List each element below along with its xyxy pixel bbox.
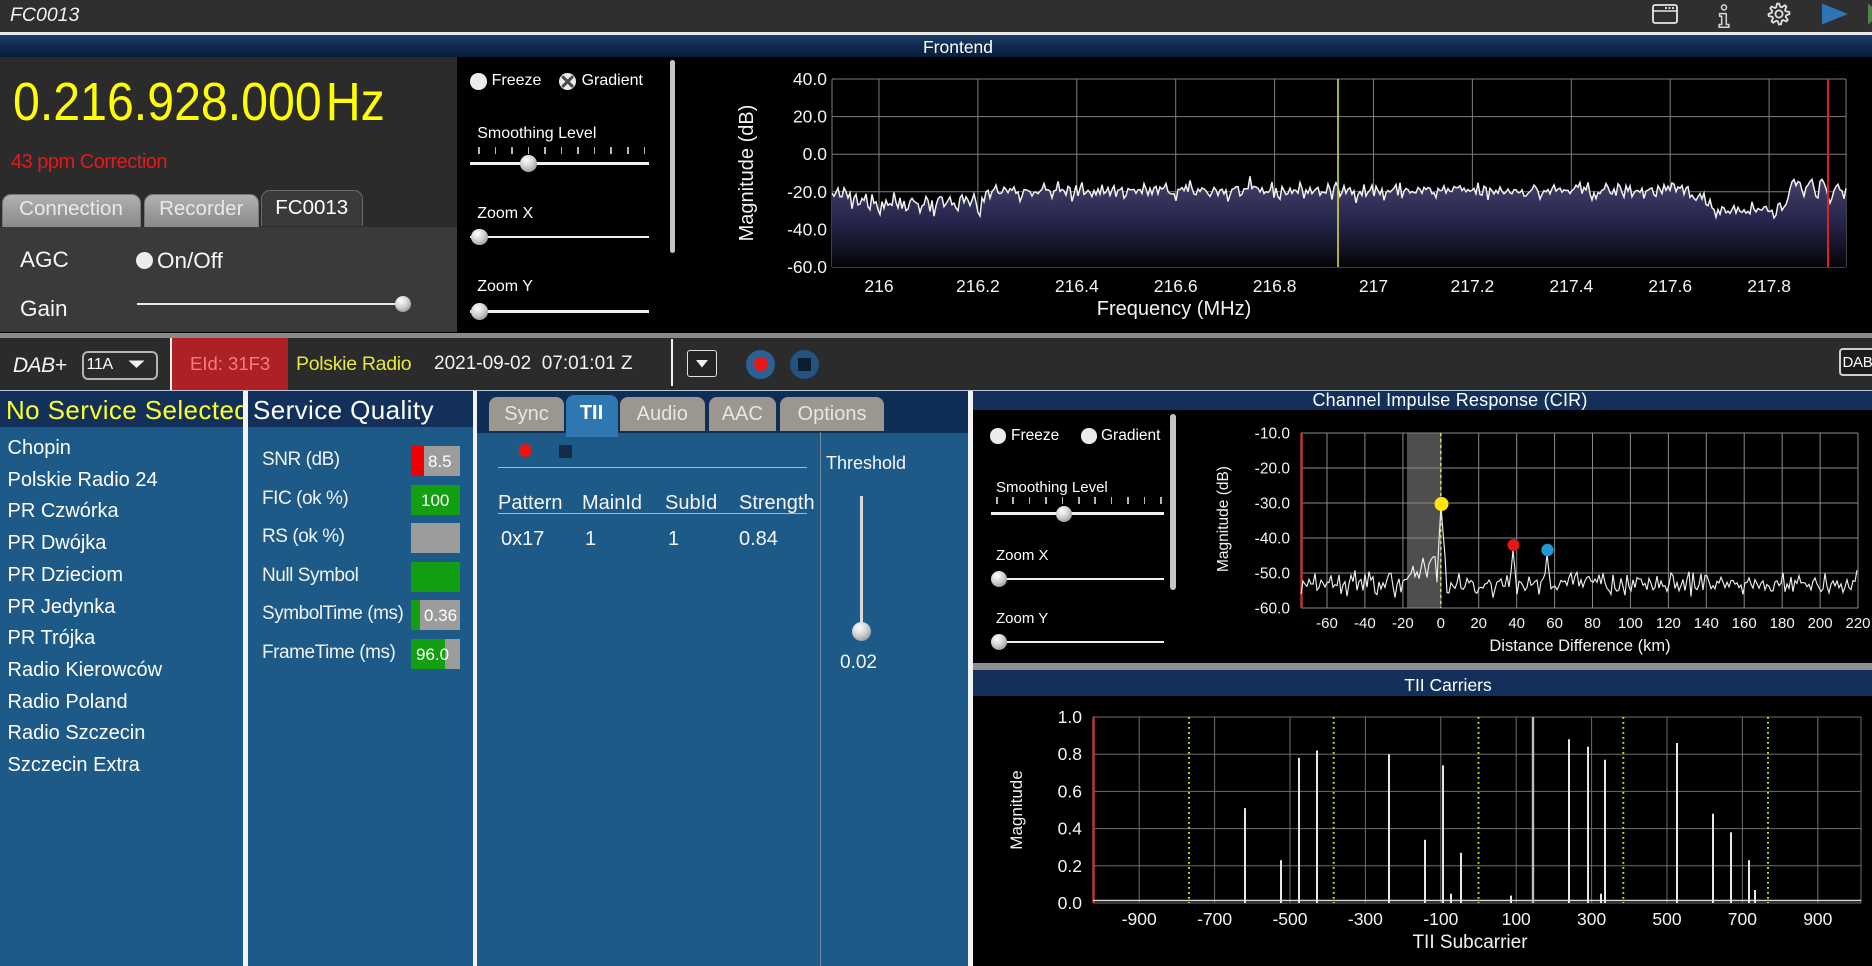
svg-text:140: 140 <box>1694 615 1719 632</box>
svg-text:60: 60 <box>1546 615 1563 632</box>
svg-text:0.0: 0.0 <box>1058 893 1083 913</box>
svg-text:Magnitude: Magnitude <box>1007 770 1026 849</box>
svg-text:1.0: 1.0 <box>1058 707 1083 727</box>
svg-text:-300: -300 <box>1348 909 1383 929</box>
svg-text:0.2: 0.2 <box>1058 856 1082 876</box>
svg-text:20: 20 <box>1470 615 1487 632</box>
svg-text:100: 100 <box>1502 909 1531 929</box>
svg-text:180: 180 <box>1770 615 1795 632</box>
svg-text:217.8: 217.8 <box>1747 276 1791 296</box>
svg-text:0.4: 0.4 <box>1058 819 1083 839</box>
svg-text:-10.0: -10.0 <box>1255 426 1291 443</box>
svg-text:Magnitude (dB): Magnitude (dB) <box>736 105 758 242</box>
svg-text:500: 500 <box>1652 909 1681 929</box>
svg-text:216.6: 216.6 <box>1154 276 1198 296</box>
svg-text:40.0: 40.0 <box>793 69 827 89</box>
svg-text:-500: -500 <box>1272 909 1307 929</box>
svg-text:100: 100 <box>1618 615 1643 632</box>
svg-text:-20: -20 <box>1392 615 1414 632</box>
svg-text:200: 200 <box>1808 615 1833 632</box>
svg-text:-700: -700 <box>1197 909 1232 929</box>
svg-text:160: 160 <box>1732 615 1757 632</box>
svg-text:Distance Difference (km): Distance Difference (km) <box>1489 637 1670 655</box>
svg-text:217.6: 217.6 <box>1648 276 1692 296</box>
svg-text:900: 900 <box>1803 909 1832 929</box>
svg-text:-40.0: -40.0 <box>1255 531 1291 548</box>
svg-text:20.0: 20.0 <box>793 107 827 127</box>
svg-text:Magnitude (dB): Magnitude (dB) <box>1215 466 1232 572</box>
svg-text:0: 0 <box>1437 615 1445 632</box>
svg-text:216.4: 216.4 <box>1055 276 1099 296</box>
svg-text:217: 217 <box>1359 276 1388 296</box>
svg-text:0.0: 0.0 <box>803 144 828 164</box>
svg-text:-50.0: -50.0 <box>1255 566 1291 583</box>
svg-text:120: 120 <box>1656 615 1681 632</box>
svg-text:-20.0: -20.0 <box>787 182 827 202</box>
svg-text:216.2: 216.2 <box>956 276 1000 296</box>
svg-text:-60.0: -60.0 <box>787 257 827 277</box>
svg-text:-900: -900 <box>1122 909 1157 929</box>
svg-text:-40.0: -40.0 <box>787 219 827 239</box>
svg-text:80: 80 <box>1584 615 1601 632</box>
svg-text:220: 220 <box>1845 615 1870 632</box>
svg-text:-60: -60 <box>1316 615 1338 632</box>
svg-text:Frequency (MHz): Frequency (MHz) <box>1097 298 1251 320</box>
svg-text:0.8: 0.8 <box>1058 744 1082 764</box>
svg-text:300: 300 <box>1577 909 1606 929</box>
svg-text:-100: -100 <box>1423 909 1458 929</box>
svg-text:217.2: 217.2 <box>1451 276 1495 296</box>
svg-text:216: 216 <box>864 276 893 296</box>
svg-text:700: 700 <box>1728 909 1757 929</box>
svg-text:-20.0: -20.0 <box>1255 461 1291 478</box>
svg-text:0.6: 0.6 <box>1058 781 1082 801</box>
svg-text:216.8: 216.8 <box>1253 276 1297 296</box>
svg-text:-30.0: -30.0 <box>1255 496 1291 513</box>
svg-text:-40: -40 <box>1354 615 1376 632</box>
svg-text:TII Subcarrier: TII Subcarrier <box>1412 932 1528 953</box>
svg-text:40: 40 <box>1508 615 1525 632</box>
svg-text:-60.0: -60.0 <box>1255 601 1291 618</box>
svg-text:217.4: 217.4 <box>1549 276 1593 296</box>
